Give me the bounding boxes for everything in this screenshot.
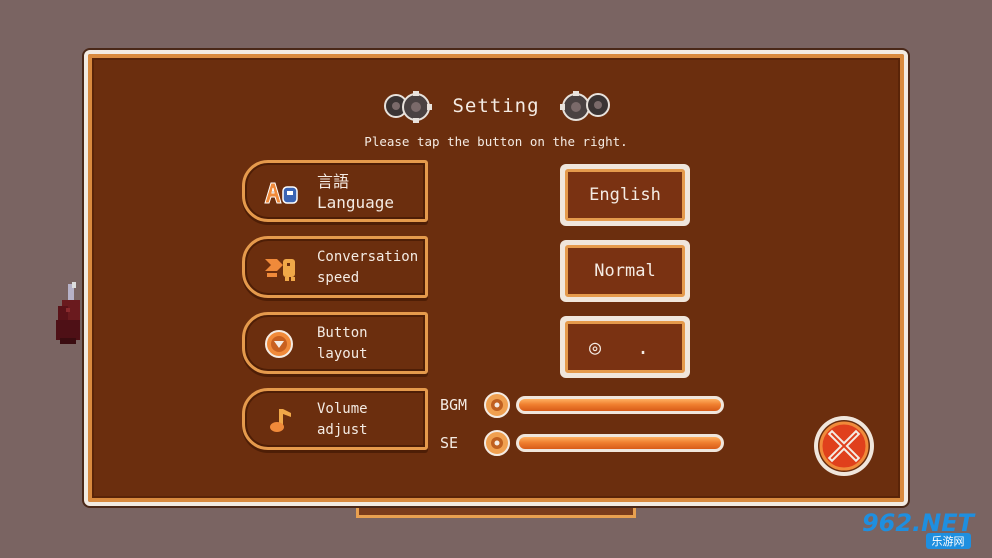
language-value: English bbox=[565, 169, 685, 221]
language-label-text: 言語 Language bbox=[317, 171, 419, 213]
bgm-slider[interactable] bbox=[516, 396, 724, 414]
bgm-slider-fill bbox=[519, 399, 721, 411]
music-note-icon bbox=[270, 409, 291, 432]
label-line: adjust bbox=[317, 422, 368, 438]
bgm-label: BGM bbox=[440, 396, 468, 414]
background-character-sprite bbox=[56, 282, 80, 344]
button-layout-value: ◎ . bbox=[565, 321, 685, 373]
button-layout-label: Button layout bbox=[242, 312, 428, 374]
gears-icon bbox=[384, 91, 433, 123]
watermark-brand: 962.NET bbox=[861, 509, 975, 537]
label-line: Conversation bbox=[317, 249, 419, 265]
button-layout-label-text: Button layout bbox=[317, 323, 419, 365]
conversation-speed-button[interactable]: Normal bbox=[560, 240, 690, 302]
speech-speed-icon bbox=[265, 259, 295, 281]
close-button[interactable] bbox=[812, 414, 876, 478]
se-slider-fill bbox=[519, 437, 721, 449]
label-line: Language bbox=[317, 193, 395, 212]
site-watermark: 962.NET 乐游网 bbox=[850, 508, 986, 552]
volume-adjust-label-text: Volume adjust bbox=[317, 399, 419, 441]
volume-adjust-label: Volume adjust bbox=[242, 388, 428, 450]
settings-dialog: Setting Please tap the button on the rig… bbox=[84, 50, 908, 506]
gears-icon bbox=[559, 91, 610, 121]
label-line: Volume bbox=[317, 401, 368, 417]
volume-knob-icon[interactable] bbox=[484, 430, 510, 456]
se-label: SE bbox=[440, 434, 459, 452]
conversation-speed-label-text: Conversation speed bbox=[317, 247, 419, 289]
watermark-sub: 乐游网 bbox=[925, 533, 971, 549]
se-slider[interactable] bbox=[516, 434, 724, 452]
label-line: Button bbox=[317, 325, 368, 341]
label-line: 言語 bbox=[317, 172, 350, 191]
conversation-speed-value: Normal bbox=[565, 245, 685, 297]
se-volume-row: SE bbox=[440, 430, 724, 456]
language-label: 言語 Language bbox=[242, 160, 428, 222]
label-line: layout bbox=[317, 346, 368, 362]
button-layout-icon bbox=[265, 330, 293, 358]
bgm-volume-row: BGM bbox=[440, 392, 724, 418]
volume-knob-icon[interactable] bbox=[484, 392, 510, 418]
conversation-speed-label: Conversation speed bbox=[242, 236, 428, 298]
dialog-subtitle: Please tap the button on the right. bbox=[364, 134, 628, 149]
button-layout-button[interactable]: ◎ . bbox=[560, 316, 690, 378]
dialog-title: Setting bbox=[452, 95, 540, 117]
label-line: speed bbox=[317, 270, 360, 286]
language-button[interactable]: English bbox=[560, 164, 690, 226]
title-row: Setting bbox=[88, 90, 904, 123]
language-icon bbox=[264, 182, 298, 204]
